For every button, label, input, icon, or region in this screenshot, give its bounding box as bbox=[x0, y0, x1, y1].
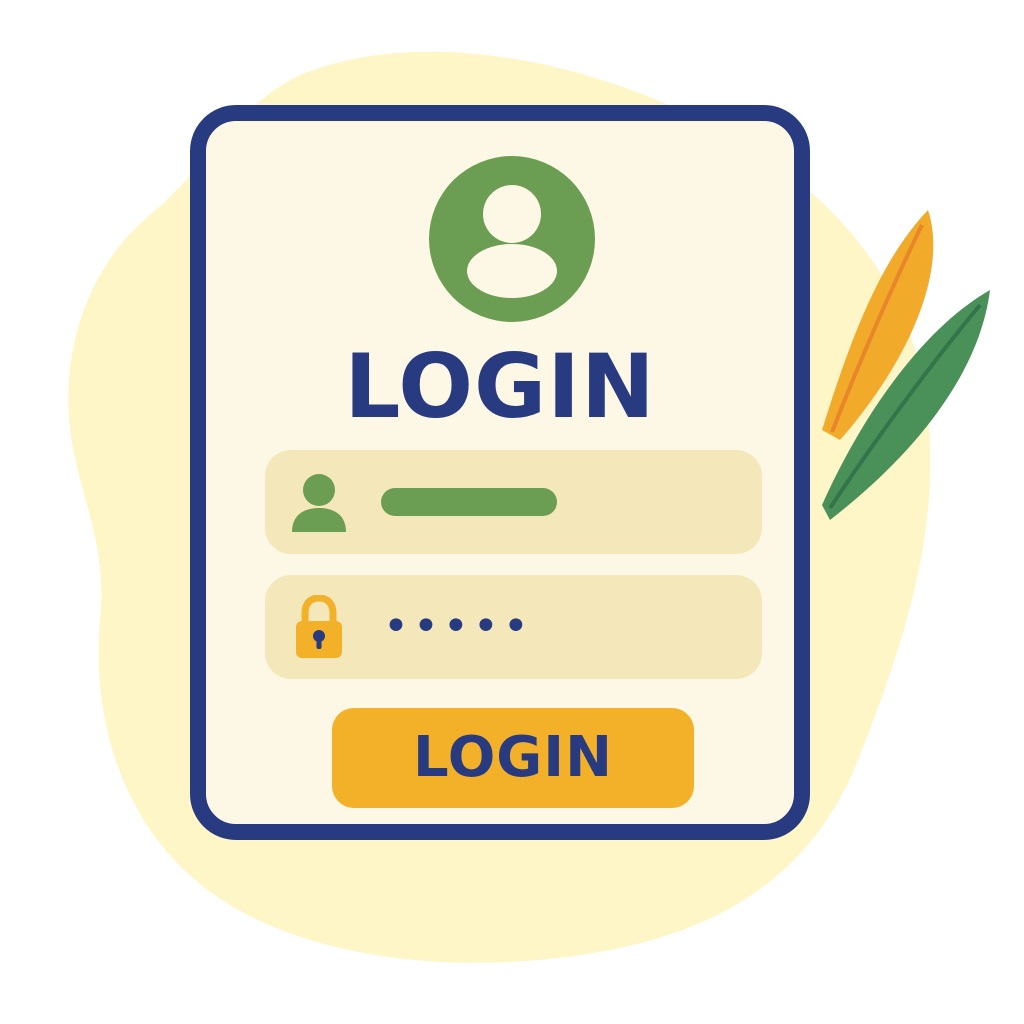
user-icon bbox=[292, 474, 346, 532]
login-button[interactable]: LOGIN bbox=[332, 708, 694, 808]
username-value-bar bbox=[381, 488, 557, 516]
username-input[interactable] bbox=[265, 450, 762, 554]
user-avatar-icon bbox=[429, 156, 595, 322]
login-illustration: LOGIN ••••• LOGIN bbox=[0, 0, 1024, 1024]
password-masked-value: ••••• bbox=[383, 601, 533, 652]
page-title: LOGIN bbox=[344, 335, 656, 438]
padlock-icon bbox=[296, 595, 342, 658]
password-input[interactable]: ••••• bbox=[265, 575, 762, 679]
login-card: LOGIN ••••• LOGIN bbox=[190, 105, 810, 840]
